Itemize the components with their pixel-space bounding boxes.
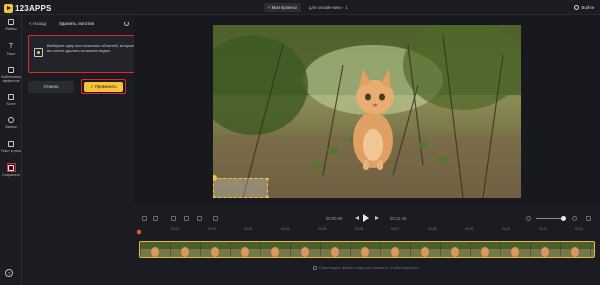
tick-label: 00:08 (428, 227, 437, 231)
rail-item-label: Библиотека эффектов (1, 74, 21, 83)
cut-icon[interactable] (171, 216, 176, 221)
upload-icon (313, 266, 317, 270)
rail-item-save[interactable]: Сохранить (0, 163, 22, 177)
tool-rail: Файлы T Текст Библиотека эффектов Холст … (0, 15, 22, 285)
current-time: 00:00.00 (326, 216, 343, 221)
play-button[interactable] (363, 214, 369, 222)
tick-label: 00:06 (355, 227, 364, 231)
zoom-in-icon[interactable] (572, 216, 577, 221)
rail-item-label: Холст (6, 101, 16, 106)
tick-label: 00:04 (281, 227, 290, 231)
rail-item-label: Файлы (5, 26, 17, 31)
download-icon (8, 164, 14, 171)
tick-label: 00:02 (208, 227, 217, 231)
duration: 00:12.43 (390, 216, 407, 221)
back-button[interactable]: < Назад (29, 20, 46, 27)
timeline-ruler[interactable]: 00:01 00:02 00:03 00:04 00:05 00:06 00:0… (139, 227, 600, 235)
tick-label: 00:05 (318, 227, 327, 231)
logo-selection-area[interactable] (213, 175, 269, 198)
apply-button[interactable]: ✓ Применить (84, 81, 123, 92)
rail-item-label: Текст (6, 51, 16, 56)
tick-label: 00:03 (244, 227, 253, 231)
tick-label: 00:01 (171, 227, 180, 231)
rail-item-tts[interactable]: Текст в речь (0, 141, 22, 153)
rail-item-label: Сохранить (2, 173, 20, 177)
upload-hint[interactable]: Перетащите файлы сюда или нажмите, чтобы… (313, 266, 419, 270)
help-button[interactable]: ? (5, 269, 13, 277)
preview-stage (134, 15, 600, 205)
selection-handle[interactable] (266, 196, 269, 198)
user-icon (574, 5, 580, 10)
zoom-slider-knob[interactable] (561, 215, 566, 221)
panel-header: < Назад Удалить логотип (29, 20, 129, 27)
save-highlight (6, 163, 16, 172)
panel-title: Удалить логотип (59, 21, 95, 26)
cancel-button[interactable]: Отмена (28, 81, 74, 93)
upload-hint-text: Перетащите файлы сюда или нажмите, чтобы… (319, 266, 419, 270)
rail-item-text[interactable]: T Текст (0, 43, 22, 56)
redo-icon[interactable] (153, 216, 158, 221)
text-icon: T (8, 43, 14, 50)
selection-handle[interactable] (266, 177, 269, 180)
tick-label: 00:11 (539, 227, 548, 231)
app-logo[interactable]: 123APPS (4, 3, 52, 13)
delete-icon[interactable] (197, 216, 202, 221)
rail-item-library[interactable]: Библиотека эффектов (0, 67, 22, 83)
duplicate-icon[interactable] (213, 216, 218, 221)
rail-item-files[interactable]: Файлы (0, 19, 22, 31)
login-button[interactable]: Войти (574, 3, 594, 12)
selection-handle[interactable] (213, 175, 217, 181)
instruction-box: Выберите одну или несколько областей, ко… (28, 35, 140, 73)
rail-item-record[interactable]: Запись (0, 117, 22, 129)
tick-label: 00:12 (575, 227, 584, 231)
tick-label: 00:09 (465, 227, 474, 231)
tick-label: 00:07 (391, 227, 400, 231)
rail-item-canvas[interactable]: Холст (0, 94, 22, 106)
forward-icon[interactable] (375, 216, 379, 220)
library-icon (8, 67, 14, 73)
zoom-out-icon[interactable] (526, 216, 531, 221)
rewind-icon[interactable] (355, 216, 359, 220)
video-track-clip[interactable] (139, 241, 595, 258)
canvas-icon (8, 94, 14, 100)
playhead[interactable] (137, 230, 141, 234)
logo-icon (4, 3, 13, 13)
tick-label: 00:10 (502, 227, 511, 231)
zoom-slider[interactable] (536, 218, 564, 219)
undo-icon[interactable] (142, 216, 147, 221)
folder-icon (8, 19, 14, 25)
split-icon[interactable] (184, 216, 189, 221)
apply-button-highlight: ✓ Применить (81, 79, 126, 94)
my-projects-button[interactable]: < Мои проекты (264, 3, 302, 12)
image-icon (34, 48, 43, 57)
clip-thumbnails (140, 242, 594, 257)
login-label: Войти (581, 5, 594, 10)
remove-logo-panel: < Назад Удалить логотип Выберите одну ил… (23, 15, 140, 205)
logo-text: 123APPS (15, 3, 52, 13)
instruction-text: Выберите одну или несколько областей, ко… (47, 44, 135, 54)
selection-handle[interactable] (213, 196, 215, 198)
rail-item-label: Запись (5, 124, 17, 129)
rail-item-label: Текст в речь (0, 148, 22, 153)
kitten-video-frame (213, 25, 521, 198)
project-title[interactable]: для онлайн-кино - 1 (309, 3, 348, 12)
reset-icon[interactable] (124, 21, 129, 26)
tts-icon (8, 141, 14, 147)
video-preview[interactable] (213, 25, 521, 198)
fit-timeline-icon[interactable] (586, 216, 591, 221)
player-controls: 00:00.00 00:12.43 (134, 210, 600, 227)
top-bar: 123APPS < Мои проекты для онлайн-кино - … (0, 0, 600, 15)
record-icon (8, 117, 14, 123)
